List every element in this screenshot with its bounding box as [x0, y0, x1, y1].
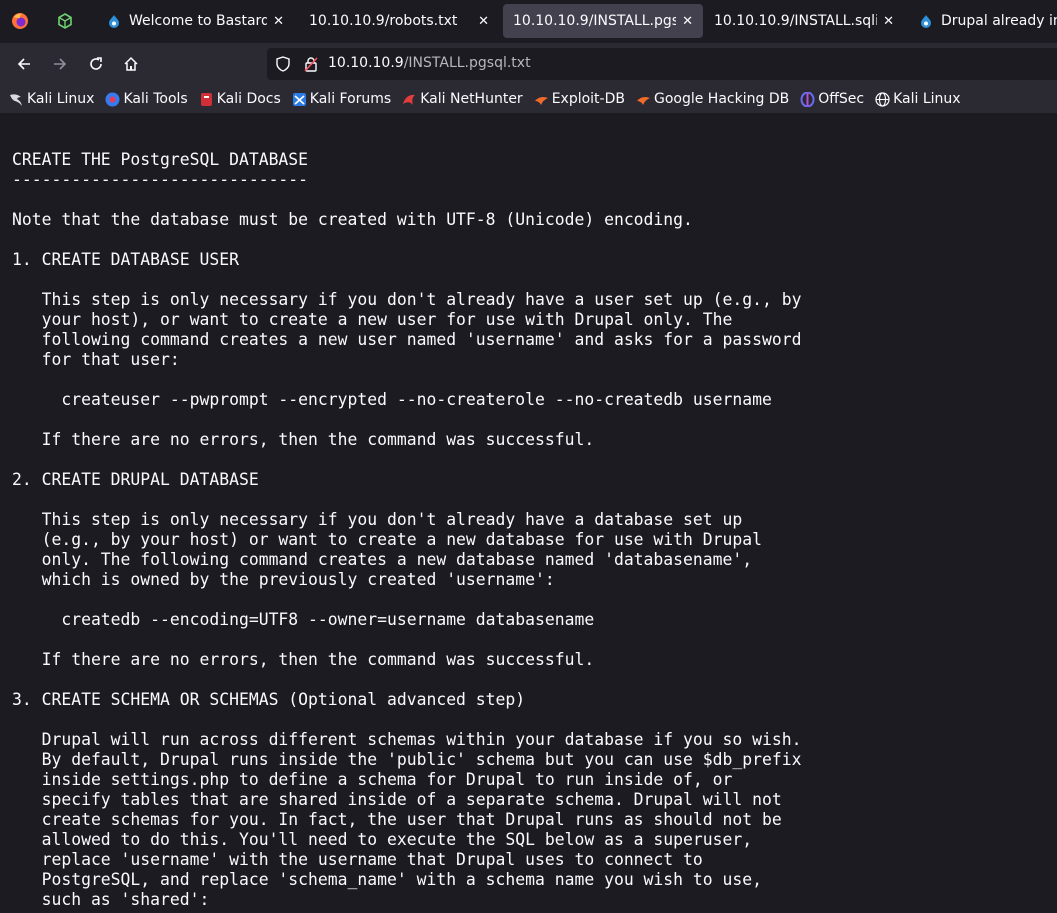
url-path: /INSTALL.pgsql.txt: [403, 55, 531, 71]
close-tab-icon[interactable]: ✕: [273, 14, 284, 29]
tab-install-pgsql[interactable]: 10.10.10.9/INSTALL.pgsql.txt ✕: [503, 4, 703, 38]
bookmark-kali-nethunter[interactable]: Kali NetHunter: [402, 91, 523, 107]
tab-label: 10.10.10.9/INSTALL.sqlite: [714, 13, 878, 29]
tab-label: Drupal already ins: [941, 13, 1057, 29]
forward-arrow-icon[interactable]: [46, 50, 74, 78]
reload-icon[interactable]: [82, 50, 110, 78]
drupal-icon: [109, 15, 119, 28]
kali-dragon-icon: [9, 92, 24, 107]
bookmark-label: Exploit-DB: [551, 91, 625, 107]
navigation-toolbar: 10.10.10.9/INSTALL.pgsql.txt: [0, 43, 1057, 85]
bookmark-label: Kali Forums: [309, 91, 392, 107]
extension-box-icon[interactable]: [51, 7, 79, 35]
drupal-icon: [921, 15, 931, 28]
url-text: 10.10.10.9/INSTALL.pgsql.txt: [328, 55, 531, 71]
shield-icon[interactable]: [275, 56, 291, 76]
tab-robots[interactable]: 10.10.10.9/robots.txt ✕: [299, 4, 499, 38]
bookmark-kali-linux-2[interactable]: Kali Linux: [875, 91, 961, 107]
kali-nethunter-icon: [402, 92, 417, 107]
bookmark-kali-linux[interactable]: Kali Linux: [9, 91, 94, 107]
firefox-menu-icon[interactable]: [6, 7, 34, 35]
bookmark-offsec[interactable]: OffSec: [800, 91, 864, 107]
bookmark-label: Kali Linux: [893, 91, 961, 107]
bookmark-google-hacking-db[interactable]: Google Hacking DB: [636, 91, 789, 107]
tab-welcome-bastard[interactable]: Welcome to Bastard | ✕: [97, 4, 294, 38]
close-tab-icon[interactable]: ✕: [883, 14, 894, 29]
globe-icon: [875, 91, 890, 107]
bookmark-kali-tools[interactable]: Kali Tools: [105, 91, 188, 107]
kali-tools-icon: [105, 92, 120, 107]
close-tab-icon[interactable]: ✕: [682, 14, 693, 29]
home-icon[interactable]: [117, 50, 145, 78]
close-tab-icon[interactable]: ✕: [478, 14, 489, 29]
tab-install-sqlite[interactable]: 10.10.10.9/INSTALL.sqlite ✕: [704, 4, 904, 38]
bookmark-label: Kali Linux: [27, 91, 95, 107]
document-text: CREATE THE PostgreSQL DATABASE ---------…: [12, 150, 802, 909]
ghdb-icon: [636, 92, 651, 107]
bookmark-label: Google Hacking DB: [653, 91, 790, 107]
tab-label: 10.10.10.9/INSTALL.pgsql.txt: [513, 13, 677, 29]
kali-forums-icon: [292, 92, 307, 107]
bookmark-label: OffSec: [818, 91, 865, 107]
tab-label: Welcome to Bastard |: [129, 13, 268, 29]
bookmark-exploit-db[interactable]: Exploit-DB: [534, 91, 625, 107]
tab-label: 10.10.10.9/robots.txt: [309, 13, 458, 29]
url-host: 10.10.10.9: [328, 55, 404, 71]
exploit-db-icon: [534, 92, 549, 107]
bookmark-kali-forums[interactable]: Kali Forums: [292, 91, 391, 107]
back-arrow-icon[interactable]: [10, 50, 38, 78]
insecure-lock-icon[interactable]: [303, 56, 319, 76]
page-content: CREATE THE PostgreSQL DATABASE ---------…: [0, 113, 1057, 913]
bookmark-label: Kali NetHunter: [420, 91, 523, 107]
bookmark-kali-docs[interactable]: Kali Docs: [199, 91, 281, 107]
address-bar[interactable]: 10.10.10.9/INSTALL.pgsql.txt: [267, 48, 1057, 80]
bookmarks-toolbar: Kali Linux Kali Tools Kali Docs Kali For…: [0, 85, 1057, 113]
offsec-icon: [800, 91, 815, 107]
bookmark-label: Kali Tools: [123, 91, 188, 107]
bookmark-label: Kali Docs: [216, 91, 281, 107]
tab-strip: Welcome to Bastard | ✕ 10.10.10.9/robots…: [0, 0, 1057, 43]
tab-drupal-installed[interactable]: Drupal already ins: [909, 4, 1057, 38]
kali-docs-icon: [199, 92, 214, 107]
